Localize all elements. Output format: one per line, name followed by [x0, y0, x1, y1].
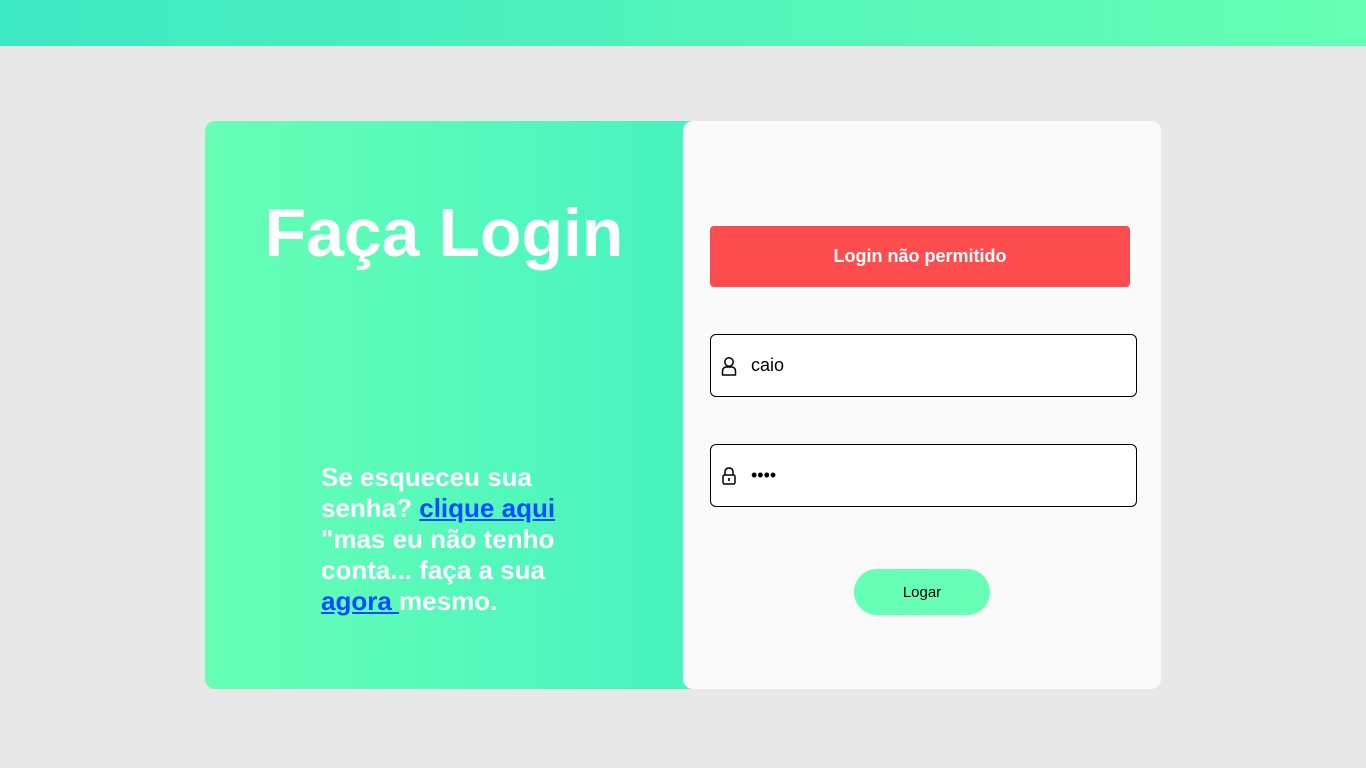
username-input[interactable] [751, 355, 1121, 376]
password-input[interactable] [751, 465, 1121, 486]
welcome-panel: Faça Login Se esqueceu sua senha? clique… [205, 121, 693, 689]
lock-icon [719, 465, 739, 487]
username-field [710, 334, 1137, 397]
login-form-panel: Login não permitido Logar [683, 121, 1161, 689]
login-button[interactable]: Logar [854, 569, 990, 615]
signup-link[interactable]: agora [321, 586, 399, 616]
forgot-password-link[interactable]: clique aqui [419, 493, 555, 523]
help-text-part2: "mas eu não tenho conta... faça a sua [321, 524, 555, 585]
top-bar [0, 0, 1366, 46]
help-text: Se esqueceu sua senha? clique aqui "mas … [321, 462, 581, 617]
help-text-part3: mesmo. [399, 586, 498, 616]
page-title: Faça Login [264, 195, 624, 271]
error-alert: Login não permitido [710, 226, 1130, 287]
user-icon [719, 355, 739, 377]
login-card: Faça Login Se esqueceu sua senha? clique… [205, 121, 1161, 689]
password-field [710, 444, 1137, 507]
